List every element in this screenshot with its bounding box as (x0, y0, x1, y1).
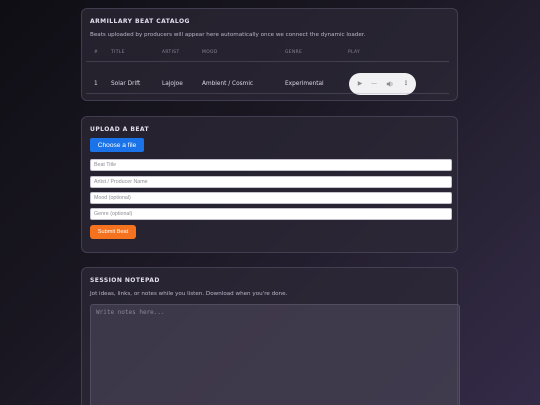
column-header-genre: GENRE (285, 50, 303, 55)
table-row: 1 Solar Drift LajoJoe Ambient / Cosmic E… (82, 69, 457, 99)
row-title: Solar Drift (111, 81, 141, 87)
table-divider-bottom (86, 93, 449, 94)
notepad-title: SESSION NOTEPAD (90, 277, 160, 284)
mood-input[interactable] (90, 192, 452, 204)
table-divider (86, 61, 449, 62)
column-header-play: PLAY (348, 50, 361, 55)
beat-title-input[interactable] (90, 159, 452, 171)
session-notepad-panel: SESSION NOTEPAD Jot ideas, links, or not… (81, 267, 460, 405)
beat-catalog-panel: ARMILLARY BEAT CATALOG Beats uploaded by… (81, 8, 458, 101)
column-header-artist: ARTIST (162, 50, 180, 55)
play-icon[interactable]: ▶ (355, 79, 365, 89)
upload-beat-panel: UPLOAD A BEAT Choose a file Submit Beat (81, 116, 458, 253)
row-mood: Ambient / Cosmic (202, 81, 254, 87)
more-vertical-icon[interactable]: ⋮ (401, 79, 411, 89)
artist-name-input[interactable] (90, 176, 452, 188)
progress-track[interactable]: — (369, 79, 379, 89)
table-header: # TITLE ARTIST MOOD GENRE PLAY (82, 50, 457, 60)
row-genre: Experimental (285, 81, 324, 87)
catalog-title: ARMILLARY BEAT CATALOG (90, 18, 190, 25)
upload-title: UPLOAD A BEAT (90, 126, 150, 133)
submit-beat-button[interactable]: Submit Beat (90, 225, 136, 239)
catalog-description: Beats uploaded by producers will appear … (90, 32, 366, 38)
notepad-description: Jot ideas, links, or notes while you lis… (90, 291, 288, 297)
genre-input[interactable] (90, 208, 452, 220)
notes-textarea[interactable] (90, 304, 460, 405)
audio-player: ▶ — ⋮ (349, 73, 416, 95)
row-artist: LajoJoe (162, 81, 183, 87)
volume-icon[interactable] (385, 79, 395, 89)
column-header-number: # (94, 50, 99, 55)
column-header-mood: MOOD (202, 50, 218, 55)
row-number: 1 (94, 81, 98, 87)
choose-file-button[interactable]: Choose a file (90, 138, 144, 152)
column-header-title: TITLE (111, 50, 125, 55)
